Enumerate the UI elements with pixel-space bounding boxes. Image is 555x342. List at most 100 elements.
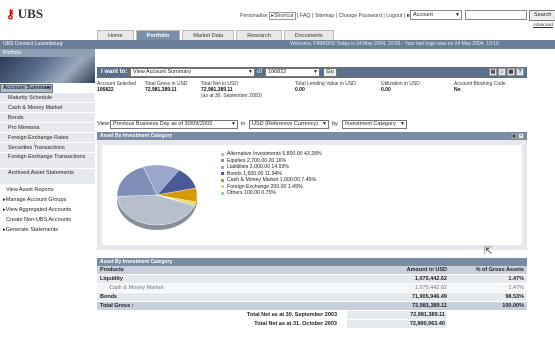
net-date-note: (as at 30. September 2003) [201, 93, 262, 99]
logout-link[interactable]: Logout [386, 13, 402, 19]
collapse-icon[interactable]: − [518, 133, 524, 139]
cell-c [447, 320, 527, 328]
legend-label: Others 100.00 0.75% [227, 190, 277, 196]
go-button[interactable]: Go [323, 68, 337, 77]
currency-select[interactable]: USD (Reference Currency) [249, 120, 329, 129]
advanced-search-link[interactable]: Advanced [533, 22, 553, 27]
sidebar-item-non-ubs-accounts[interactable]: Create Non-UBS Accounts [0, 215, 95, 225]
table-title: Asset By Investment Category [97, 258, 527, 266]
cell-b: 72,981,389.11 [347, 311, 447, 319]
cell-b: 1,075,442.62 [414, 285, 447, 291]
chart-panel-header: Asset By Investment Category ▦ − [97, 132, 527, 140]
in-label: in [241, 121, 246, 127]
cell-c: 1.47% [508, 276, 524, 282]
cell-a: Total Net as at 31. October 2003 [254, 321, 337, 327]
legend-swatch [221, 191, 224, 195]
cell-b: 1,075,442.62 [414, 276, 447, 282]
sidebar-item-bonds[interactable]: Bonds [0, 113, 95, 123]
table-row: Total Net as at 30. September 2003 72,981… [97, 311, 527, 320]
of-label: of [257, 69, 263, 75]
cell-b: 71,905,946.49 [411, 294, 447, 300]
cell-a: Bonds [100, 294, 118, 300]
account-number-select[interactable]: 106822 [265, 68, 320, 77]
main-tabs: Home Portfolio Market Data Research Docu… [97, 30, 334, 40]
tab-home[interactable]: Home [97, 30, 134, 40]
legend-swatch [221, 165, 224, 169]
export-icon[interactable]: ▦ [507, 68, 515, 76]
faq-link[interactable]: FAQ [300, 13, 311, 19]
tab-portfolio[interactable]: Portfolio [135, 30, 181, 40]
account-summary-table: Account Selected Total Gross in USD Tota… [97, 81, 527, 99]
shortcut-link[interactable]: ▸Shortcut [269, 12, 296, 20]
sidebar-item-generate-statements[interactable]: ▸Generate Statements [0, 225, 95, 235]
export-icon[interactable]: ▦ [511, 133, 517, 139]
print-icon[interactable]: ▤ [489, 68, 497, 76]
cell-a: Total Gross : [100, 303, 134, 309]
legend-swatch [221, 152, 224, 156]
cell-c: 1.47% [508, 285, 524, 291]
sidebar-item-cash-money-market[interactable]: Cash & Money Market [0, 103, 95, 113]
account-select[interactable]: Account [410, 10, 462, 20]
chart-panel-title: Asset By Investment Category [100, 133, 173, 139]
col-amount: Amount in USD [406, 267, 447, 273]
help-icon[interactable]: ? [516, 68, 524, 76]
sidebar-item-pro-memoria[interactable]: Pro Memoria [0, 123, 95, 133]
sitemap-link[interactable]: Sitemap [315, 13, 334, 19]
table-row: Total Net as at 31. October 2003 72,890,9… [97, 320, 527, 329]
sidebar: ▾View Accounts Account Summary Maturity … [0, 83, 95, 235]
col-pct: % of Gross Assets [475, 267, 524, 273]
period-select[interactable]: Previous Business Day as of 30/09/2003 [110, 120, 238, 129]
legend-swatch [221, 159, 224, 163]
sidebar-item-aggregated-accounts[interactable]: ▸View Aggregated Accounts [0, 205, 95, 215]
asset-category-table: Asset By Investment Category Products Am… [97, 258, 527, 329]
sidebar-item-account-summary[interactable]: Account Summary [0, 84, 53, 93]
table-row: Liquidity 1,075,442.62 1.47% [97, 275, 527, 284]
sidebar-item-fx-rates[interactable]: Foreign Exchange Rates [0, 133, 95, 143]
view-label: View: [97, 121, 111, 127]
chart-panel: Asset By Investment Category ▦ − Alternat… [97, 132, 527, 250]
ubs-logo[interactable]: ⚷ UBS [6, 6, 43, 22]
cell-a: Total Net as at 30. September 2003 [246, 312, 337, 318]
table-row: Bonds 71,905,946.49 98.53% [97, 293, 527, 302]
sidebar-item-archived-statements[interactable]: Archived Asset Statements [0, 169, 95, 185]
cell-c [447, 311, 527, 319]
home-icon[interactable]: ⌂ [498, 68, 506, 76]
search-input[interactable] [465, 10, 527, 20]
mouse-cursor-icon: ⇱ [484, 246, 493, 257]
value-total-gross: 72,981,389.11 [145, 87, 177, 93]
sidebar-banner-image [0, 57, 95, 83]
sidebar-item-fx-transactions[interactable]: Foreign Exchange Transactions [0, 153, 95, 169]
cell-a: Liquidity [100, 276, 123, 282]
tab-market-data[interactable]: Market Data [182, 30, 235, 40]
top-bar: ⚷ UBS Personalise ▸Shortcut | FAQ | Site… [0, 0, 555, 27]
tab-research[interactable]: Research [236, 30, 282, 40]
cell-a: Cash & Money Market [109, 285, 164, 291]
legend-swatch [221, 185, 224, 189]
legend-item: Others 100.00 0.75% [221, 190, 322, 197]
sidebar-item-maturity-schedule[interactable]: Maturity Schedule [0, 93, 95, 103]
iwant-label: I want to: [101, 69, 128, 75]
personalise-link[interactable]: Personalise [240, 13, 268, 19]
welcome-text: Welcome, FIMADIS! Today is 24 May 2004, … [290, 41, 499, 47]
table-row: Total Gross : 72,981,389.11 100.00% [97, 302, 527, 311]
chart-area: Alternative Investments 5,800.00 43.28% E… [102, 145, 522, 245]
change-password-link[interactable]: Change Password [339, 13, 382, 19]
value-account: 106822 [97, 87, 114, 93]
toolbar-icons: ▤ ⌂ ▦ ? [489, 68, 524, 76]
cell-c: 98.53% [505, 294, 524, 300]
section-label: Portfolio [0, 49, 95, 57]
tab-documents[interactable]: Documents [283, 30, 334, 40]
action-select[interactable]: View Account Summary [130, 68, 255, 77]
sidebar-item-asset-reports[interactable]: View Asset Reports [0, 185, 95, 195]
three-keys-icon: ⚷ [6, 6, 15, 21]
sidebar-item-account-groups[interactable]: ▸Manage Account Groups [0, 195, 95, 205]
legend-swatch [221, 178, 224, 182]
grouping-select[interactable]: Investment Category [342, 120, 407, 129]
sidebar-item-securities-transactions[interactable]: Securities Transactions [0, 143, 95, 153]
action-bar: I want to: View Account Summary of 10682… [97, 67, 527, 78]
cell-b: 72,981,389.11 [412, 303, 447, 309]
brand-name: UBS [17, 6, 44, 21]
search-button[interactable]: Search [529, 10, 555, 21]
site-name: UBS Connect Luxembourg [3, 41, 63, 47]
pie-chart [116, 164, 198, 231]
